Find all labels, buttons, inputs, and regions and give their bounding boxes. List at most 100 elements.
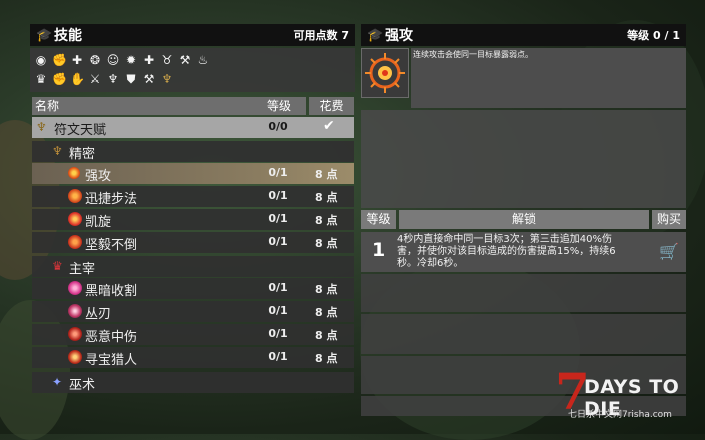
attribute-row-rune-talent[interactable]: ♆ 符文天赋 0/0 ✔: [32, 117, 354, 138]
skills-title: 技能: [54, 28, 82, 44]
medical-cross-icon[interactable]: ✚: [70, 53, 84, 67]
perk-detail-header: 🎓 强攻 等级 0 / 1: [361, 24, 686, 46]
column-header-level[interactable]: 等级: [252, 97, 306, 115]
row-cost: 8 点: [315, 283, 338, 296]
rune-icon[interactable]: ♆: [160, 72, 174, 86]
row-level: 0/1: [268, 350, 288, 363]
row-cost: 8 点: [315, 306, 338, 319]
row-level: 0/1: [268, 304, 288, 317]
skill-points-label: 可用点数 7: [293, 29, 349, 42]
perk-row-steadfast[interactable]: 坚毅不倒 0/1 8 点: [32, 232, 354, 253]
row-name: 迅捷步法: [85, 192, 138, 207]
skill-row-sorcery[interactable]: ✦ 巫术: [32, 372, 354, 393]
lightning-icon: [68, 189, 82, 203]
hammer-strike-icon[interactable]: ⚔: [88, 72, 102, 86]
perk-row-power-attack[interactable]: 强攻 0/1 8 点: [32, 163, 354, 184]
malice-icon: [68, 327, 82, 341]
figure-icon: [68, 235, 82, 249]
row-cost: 8 点: [315, 237, 338, 250]
row-name: 凯旋: [85, 215, 112, 230]
row-name: 巫术: [69, 378, 96, 393]
gear-icon[interactable]: ✹: [124, 53, 138, 67]
skill-row-domination[interactable]: ♛ 主宰: [32, 256, 354, 277]
skills-header: 🎓 技能 可用点数 7: [30, 24, 355, 46]
eye-icon[interactable]: ◉: [34, 53, 48, 67]
head-gear-icon[interactable]: ☺: [106, 53, 120, 67]
medical-plus-icon[interactable]: ✚: [142, 53, 156, 67]
row-level: 0/1: [268, 327, 288, 340]
unlock-row: 1 4秒内直接命中同一目标3次；第三击追加40%伤害，并使你对该目标造成的伤害提…: [361, 232, 686, 272]
flame-pink-icon: [68, 281, 82, 295]
perk-row-dark-harvest[interactable]: 黑暗收割 0/1 8 点: [32, 278, 354, 299]
sun-sigil-icon: [68, 167, 80, 179]
perk-icon-frame: [361, 48, 409, 98]
fist-up-icon[interactable]: ✋: [70, 72, 85, 86]
perk-description: 连续攻击会使同一目标暴露弱点。: [413, 50, 533, 59]
unlock-column-buy: 购买: [652, 210, 686, 229]
perk-row-malice[interactable]: 恶意中伤 0/1 8 点: [32, 324, 354, 345]
row-level: 0/1: [268, 235, 288, 248]
sun-sigil-icon: [365, 53, 405, 93]
brain-icon[interactable]: ❂: [88, 53, 102, 67]
flex-arm-icon[interactable]: ✊: [52, 53, 67, 67]
category-icon-bar: ◉ ✊ ✚ ❂ ☺ ✹ ✚ ♉ ⚒ ♨ ♛ ✊ ✋ ⚔ ♆ ⛊ ⚒ ♆: [30, 48, 355, 92]
perk-row-swift-footwork[interactable]: 迅捷步法 0/1 8 点: [32, 186, 354, 207]
domination-icon: ♛: [52, 259, 63, 273]
column-header-name[interactable]: 名称: [32, 97, 252, 115]
unlock-column-level: 等级: [361, 210, 396, 229]
graduation-cap-icon: 🎓: [36, 28, 53, 43]
unlock-text: 4秒内直接命中同一目标3次；第三击追加40%伤害，并使你对该目标造成的伤害提高1…: [397, 234, 616, 269]
hammer-icon[interactable]: ⚒: [142, 72, 156, 86]
perk-level-label: 等级 0 / 1: [627, 29, 680, 42]
perk-title: 强攻: [385, 28, 413, 44]
treasure-icon: [68, 350, 82, 364]
row-level: 0/1: [268, 189, 288, 202]
grass-icon[interactable]: ♆: [106, 72, 120, 86]
row-level: 0/1: [268, 166, 288, 179]
rune-small-icon: ♆: [52, 144, 63, 158]
perk-description-box: 连续攻击会使同一目标暴露弱点。: [411, 48, 686, 108]
flame-icon[interactable]: ♨: [196, 53, 210, 67]
column-header-cost[interactable]: 花费: [309, 97, 354, 115]
shopping-cart-icon[interactable]: 🛒: [659, 242, 679, 261]
perk-row-treasure-hunter[interactable]: 寻宝猎人 0/1 8 点: [32, 347, 354, 368]
unlock-row-empty: [361, 314, 686, 354]
row-name: 强攻: [85, 169, 112, 184]
pickaxe-icon[interactable]: ⚒: [178, 53, 192, 67]
hat-icon[interactable]: ♛: [34, 72, 48, 86]
graduation-cap-icon: 🎓: [367, 28, 384, 43]
game-logo: 7 DAYS TO DIE 七日杀中文网7risha.com: [552, 362, 702, 430]
triumph-icon: [68, 212, 82, 226]
unlock-column-unlock: 解锁: [399, 210, 649, 229]
row-name: 符文天赋: [54, 123, 107, 138]
row-cost: 8 点: [315, 352, 338, 365]
row-level: 0/1: [268, 281, 288, 294]
unlock-level: 1: [372, 239, 386, 261]
perk-row-triumph[interactable]: 凯旋 0/1 8 点: [32, 209, 354, 230]
row-level: 0/0: [268, 120, 288, 133]
row-name: 寻宝猎人: [85, 353, 138, 368]
perk-info-area: [361, 110, 686, 208]
row-cost: 8 点: [315, 191, 338, 204]
row-cost: 8 点: [315, 214, 338, 227]
row-level: 0/1: [268, 212, 288, 225]
row-cost: 8 点: [315, 329, 338, 342]
row-name: 坚毅不倒: [85, 238, 138, 253]
skill-row-precision[interactable]: ♆ 精密: [32, 141, 354, 162]
row-name: 丛刃: [85, 307, 112, 322]
shield-icon[interactable]: ⛊: [124, 72, 138, 86]
checkmark-icon: ✔: [323, 118, 335, 134]
logo-subtitle: 七日杀中文网7risha.com: [568, 410, 672, 420]
perk-row-blade-cluster[interactable]: 丛刃 0/1 8 点: [32, 301, 354, 322]
unlock-row-empty: [361, 274, 686, 312]
swirl-icon: [68, 304, 82, 318]
rune-icon: ♆: [36, 120, 47, 134]
fist-icon[interactable]: ✊: [52, 72, 67, 86]
sorcery-icon: ✦: [52, 375, 63, 389]
row-name: 黑暗收割: [85, 284, 138, 299]
row-name: 主宰: [69, 262, 96, 277]
cow-icon[interactable]: ♉: [160, 53, 174, 67]
row-name: 精密: [69, 147, 96, 162]
row-cost: 8 点: [315, 168, 338, 181]
row-name: 恶意中伤: [85, 330, 138, 345]
